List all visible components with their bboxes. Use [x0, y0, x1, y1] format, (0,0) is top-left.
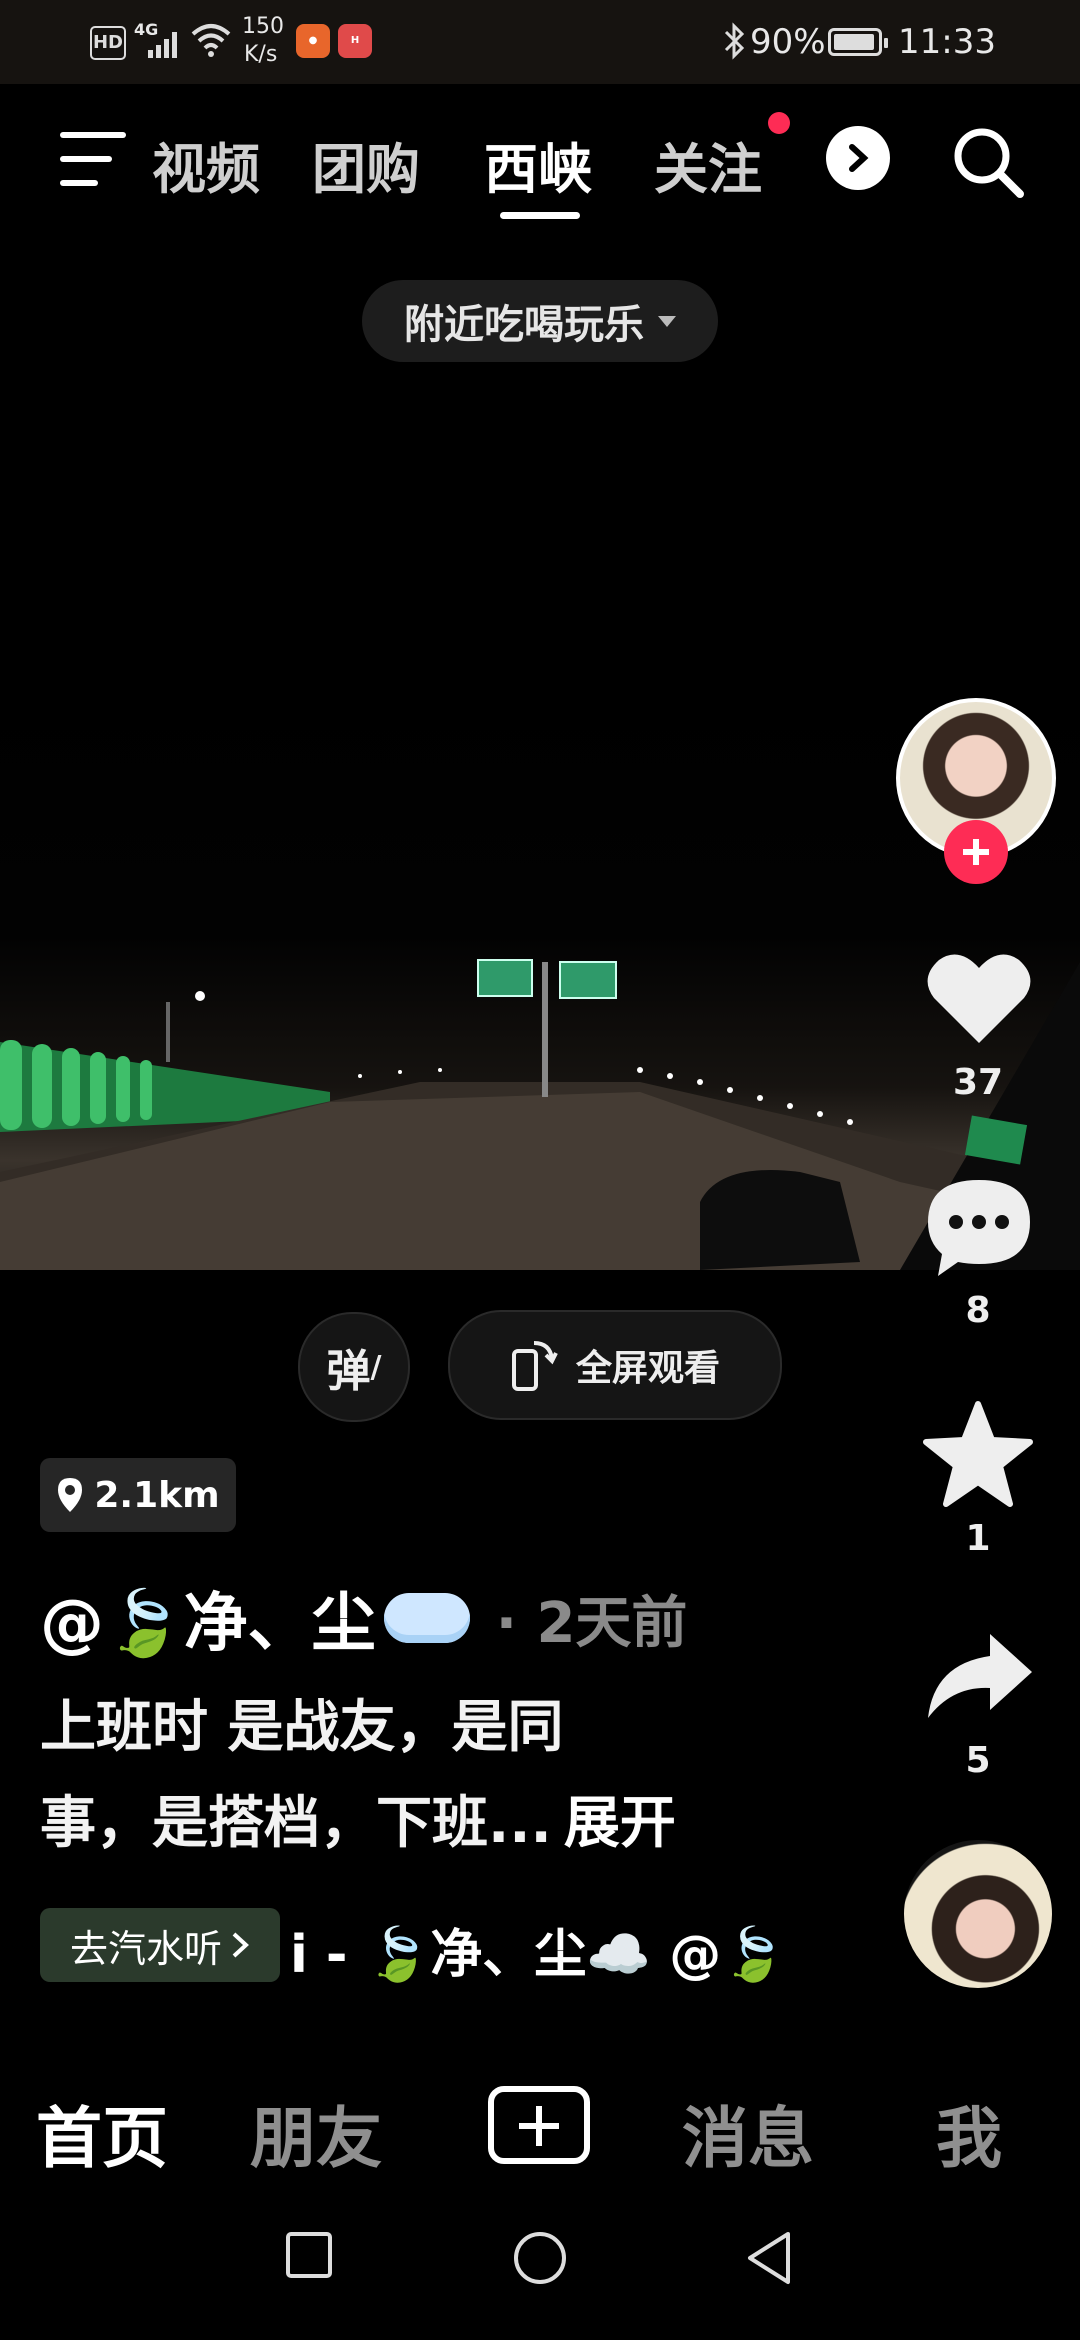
tab-video[interactable]: 视频: [150, 125, 260, 204]
danmu-label: 弹: [326, 1346, 371, 1397]
tab-group-buy[interactable]: 团购: [312, 125, 420, 204]
open-in-music-app-button[interactable]: 去汽水听: [40, 1908, 280, 1982]
like-count: 37: [952, 1062, 1004, 1103]
comment-icon[interactable]: [924, 1176, 1034, 1278]
more-tabs-button[interactable]: [826, 126, 890, 190]
music-marquee[interactable]: i - 🍃净、尘☁️ @🍃: [290, 1912, 890, 1987]
caret-down-icon: [658, 315, 676, 327]
tab-following[interactable]: 关注: [654, 125, 762, 204]
tab-xixia[interactable]: 西峡: [484, 125, 592, 204]
signal-icon: [148, 32, 177, 58]
distance-value: 2.1km: [94, 1474, 220, 1516]
search-icon[interactable]: [950, 124, 1026, 200]
nav-friends[interactable]: 朋友: [250, 2085, 382, 2181]
follow-button[interactable]: [944, 820, 1008, 884]
location-pin-icon: [58, 1478, 83, 1512]
nav-home[interactable]: 首页: [36, 2085, 168, 2181]
battery-percent: 90%: [750, 22, 826, 62]
huawei-notification-icon: H: [338, 24, 372, 58]
comment-count: 8: [965, 1290, 991, 1331]
create-post-button[interactable]: [488, 2086, 590, 2164]
app-notification-icon: ●: [296, 24, 330, 58]
author-line: @🍃净、尘 · 2天前: [40, 1572, 687, 1664]
chevron-right-icon: [849, 144, 869, 172]
fullscreen-label: 全屏观看: [575, 1348, 720, 1389]
nav-me[interactable]: 我: [936, 2085, 1002, 2181]
nearby-filter-label: 附近吃喝玩乐: [404, 302, 644, 348]
star-icon[interactable]: [922, 1400, 1034, 1508]
plus-icon: [963, 839, 989, 865]
net-speed-unit: K/s: [244, 42, 278, 67]
danmu-toggle-button[interactable]: 弹 /: [298, 1312, 410, 1422]
clock: 11:33: [898, 22, 996, 62]
chevron-right-icon: [232, 1932, 249, 1958]
active-tab-indicator: [500, 212, 580, 219]
bluetooth-icon: [724, 22, 745, 60]
wifi-icon: [191, 24, 231, 57]
danmu-slash-icon: /: [370, 1349, 382, 1385]
share-count: 5: [965, 1740, 991, 1781]
menu-icon[interactable]: [60, 132, 130, 188]
nav-messages[interactable]: 消息: [682, 2085, 814, 2181]
notification-dot: [768, 112, 790, 134]
back-icon[interactable]: [744, 2230, 794, 2286]
post-time: · 2天前: [495, 1590, 688, 1656]
plus-icon: [519, 2106, 559, 2146]
music-button-label: 去汽水听: [69, 1926, 222, 1971]
description-line-2: 事，是搭档，下班...: [40, 1791, 552, 1856]
favorite-count: 1: [965, 1518, 991, 1559]
distance-tag[interactable]: 2.1km: [40, 1458, 236, 1532]
net-speed-value: 150: [242, 14, 284, 39]
share-icon[interactable]: [924, 1630, 1036, 1722]
description-line-1: 上班时 是战友，是同: [40, 1695, 564, 1760]
recents-icon[interactable]: [284, 2230, 334, 2280]
nearby-filter-dropdown[interactable]: 附近吃喝玩乐: [362, 280, 718, 362]
fullscreen-button[interactable]: 全屏观看: [448, 1310, 782, 1420]
home-icon[interactable]: [512, 2230, 568, 2286]
music-disc-avatar[interactable]: [904, 1840, 1052, 1988]
hd-indicator: HD: [90, 26, 126, 60]
heart-icon[interactable]: [924, 948, 1034, 1048]
author-name[interactable]: @🍃净、尘: [40, 1572, 376, 1664]
battery-icon: [828, 28, 888, 56]
post-description[interactable]: 上班时 是战友，是同 事，是搭档，下班... 展开: [40, 1680, 800, 1872]
rotate-screen-icon: [511, 1341, 558, 1391]
expand-button[interactable]: 展开: [564, 1791, 676, 1856]
cloud-icon: [383, 1593, 470, 1643]
